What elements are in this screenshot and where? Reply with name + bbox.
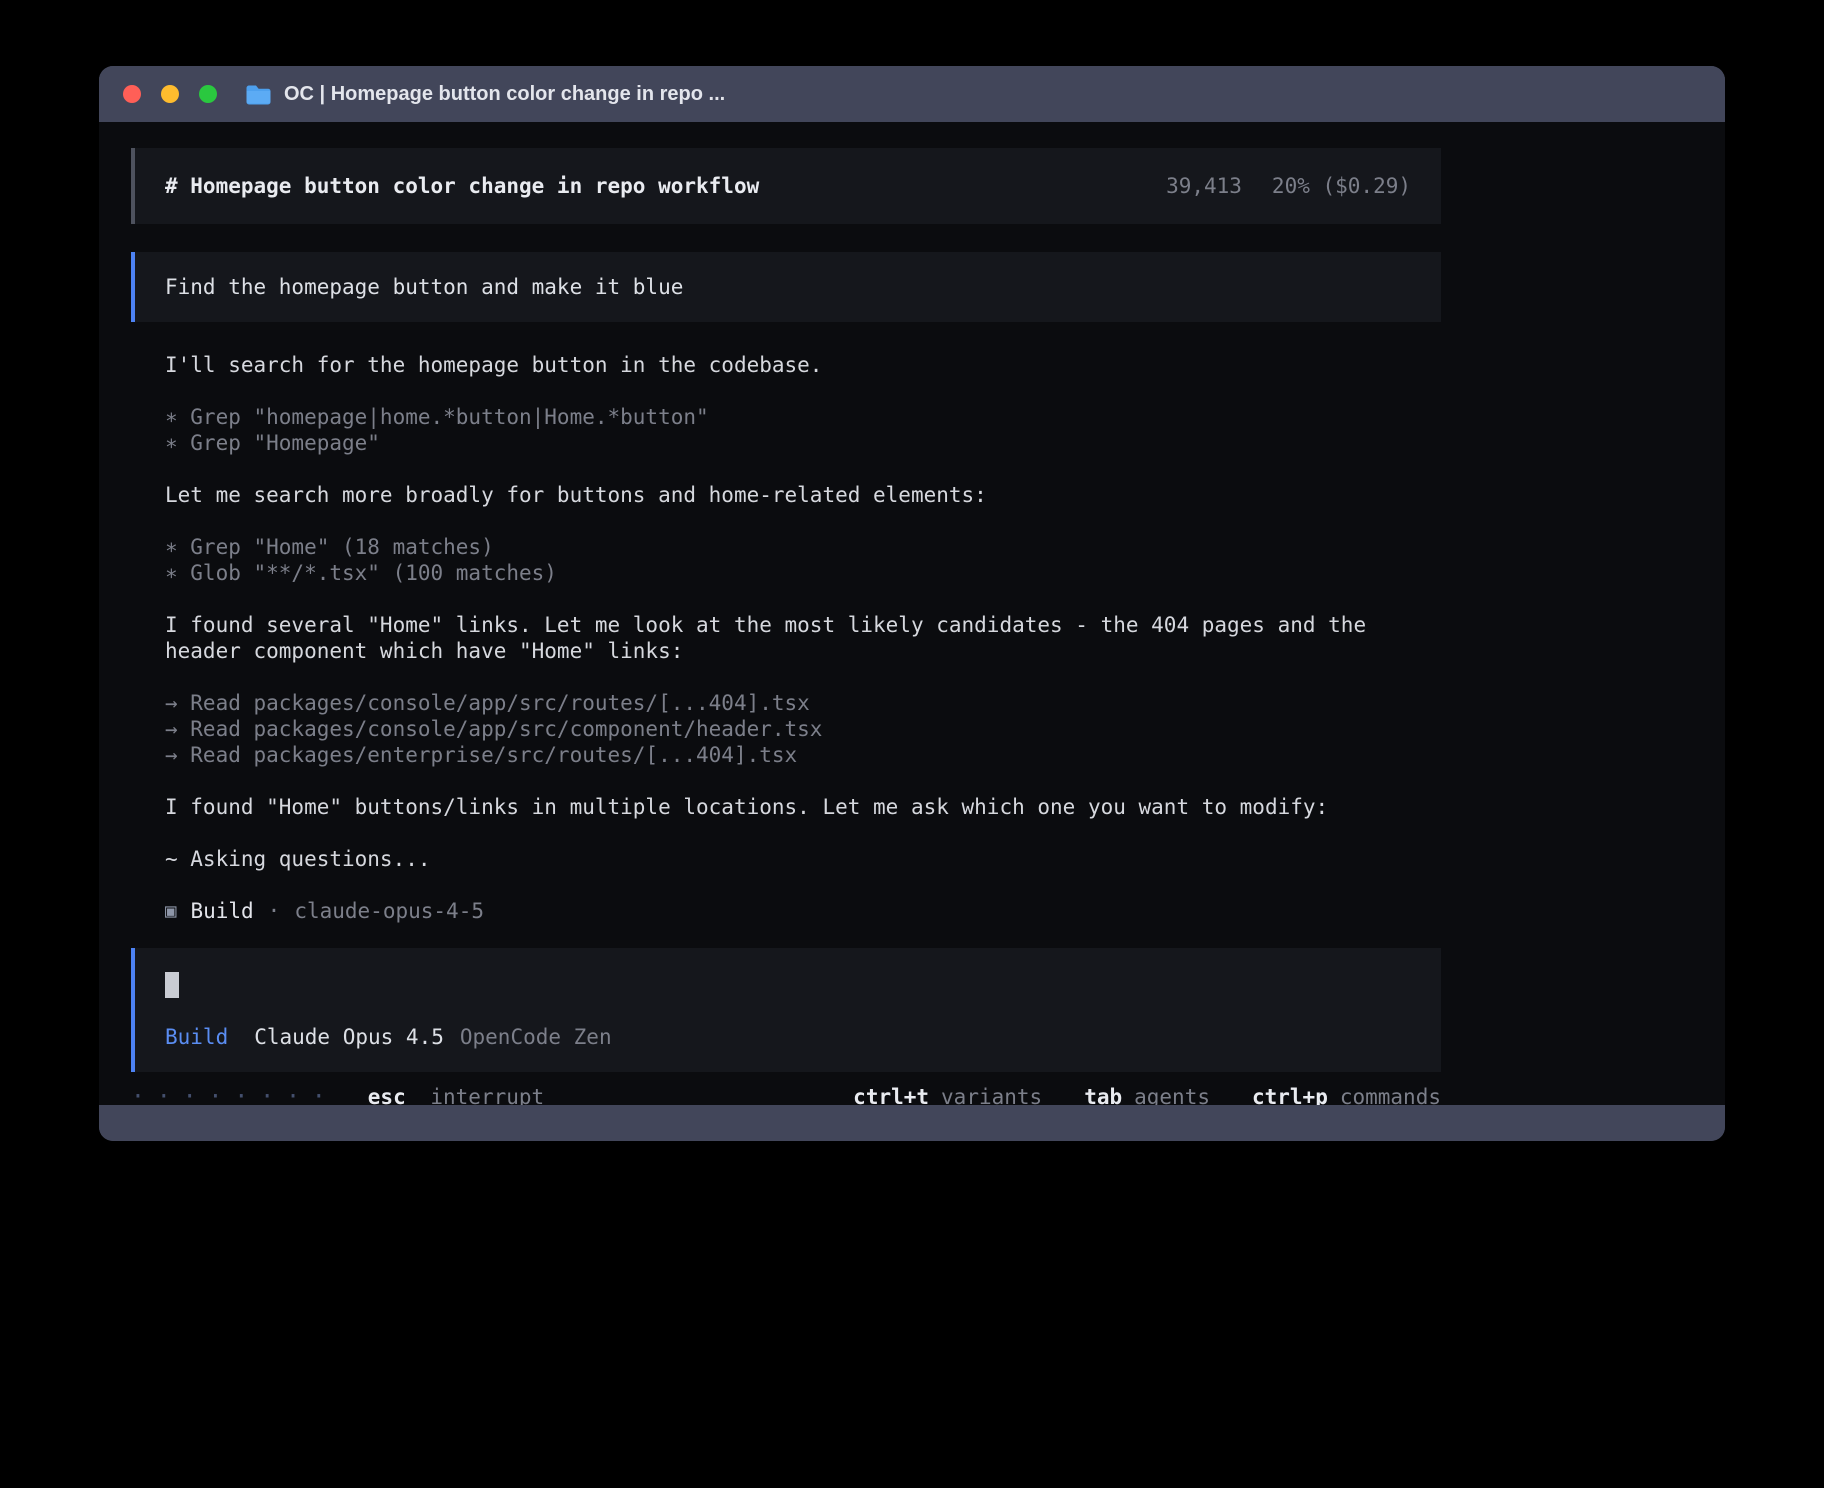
assistant-text: Let me search more broadly for buttons a… bbox=[165, 482, 1441, 508]
assistant-text: I found several "Home" links. Let me loo… bbox=[165, 612, 1441, 664]
context-cost: 20% ($0.29) bbox=[1272, 173, 1411, 199]
token-count: 39,413 bbox=[1166, 173, 1242, 199]
session-stats: 39,413 20% ($0.29) bbox=[1166, 173, 1411, 199]
minimize-button[interactable] bbox=[161, 85, 179, 103]
input-status-row: Build Claude Opus 4.5 OpenCode Zen bbox=[165, 1024, 1411, 1050]
shortcut-variants: ctrl+t variants bbox=[853, 1084, 1042, 1105]
close-button[interactable] bbox=[123, 85, 141, 103]
shortcut-agents: tab agents bbox=[1084, 1084, 1210, 1105]
shortcut-label: agents bbox=[1134, 1084, 1210, 1105]
zoom-button[interactable] bbox=[199, 85, 217, 103]
titlebar[interactable]: OC | Homepage button color change in rep… bbox=[99, 66, 1725, 122]
tool-call-grep: ∗ Grep "Homepage" bbox=[165, 430, 1441, 456]
agent-name: Build bbox=[190, 898, 253, 924]
provider-indicator: OpenCode Zen bbox=[460, 1024, 612, 1050]
tool-call-group: → Read packages/console/app/src/routes/[… bbox=[165, 690, 1441, 768]
esc-key: esc bbox=[368, 1085, 406, 1105]
user-message: Find the homepage button and make it blu… bbox=[131, 252, 1441, 322]
terminal-content: # Homepage button color change in repo w… bbox=[99, 122, 1725, 1105]
mode-indicator: Build bbox=[165, 1024, 228, 1050]
folder-icon bbox=[245, 83, 272, 106]
shortcut-label: variants bbox=[941, 1084, 1042, 1105]
desktop: OC | Homepage button color change in rep… bbox=[0, 0, 1824, 1488]
progress-dots: ········ bbox=[131, 1084, 338, 1105]
session-header: # Homepage button color change in repo w… bbox=[131, 148, 1441, 224]
window-title: OC | Homepage button color change in rep… bbox=[284, 83, 725, 106]
agent-separator: · bbox=[268, 898, 281, 924]
shortcut-key: ctrl+p bbox=[1252, 1084, 1328, 1105]
prompt-input[interactable]: Build Claude Opus 4.5 OpenCode Zen bbox=[131, 948, 1441, 1072]
tool-call-glob: ∗ Glob "**/*.tsx" (100 matches) bbox=[165, 560, 1441, 586]
shortcut-label: commands bbox=[1340, 1084, 1441, 1105]
agent-status-line: ▣ Build · claude-opus-4-5 bbox=[165, 898, 1441, 924]
tool-call-read: → Read packages/console/app/src/componen… bbox=[165, 716, 1441, 742]
tool-call-read: → Read packages/enterprise/src/routes/[.… bbox=[165, 742, 1441, 768]
text-cursor bbox=[165, 972, 179, 998]
assistant-status-text: ~ Asking questions... bbox=[165, 846, 1441, 872]
keyboard-shortcuts: ctrl+t variants tab agents ctrl+p comman… bbox=[853, 1084, 1441, 1105]
conversation: I'll search for the homepage button in t… bbox=[131, 352, 1441, 924]
shortcut-key: tab bbox=[1084, 1084, 1122, 1105]
user-message-text: Find the homepage button and make it blu… bbox=[165, 275, 683, 299]
traffic-lights bbox=[123, 85, 217, 103]
model-indicator: Claude Opus 4.5 bbox=[254, 1024, 444, 1050]
assistant-text: I'll search for the homepage button in t… bbox=[165, 352, 1441, 378]
tool-call-read: → Read packages/console/app/src/routes/[… bbox=[165, 690, 1441, 716]
tool-call-group: ∗ Grep "homepage|home.*button|Home.*butt… bbox=[165, 404, 1441, 456]
assistant-text: I found "Home" buttons/links in multiple… bbox=[165, 794, 1441, 820]
tool-call-grep: ∗ Grep "homepage|home.*button|Home.*butt… bbox=[165, 404, 1441, 430]
esc-key-label: interrupt bbox=[430, 1085, 544, 1105]
interrupt-hint: esc interrupt bbox=[368, 1084, 544, 1105]
tool-call-grep: ∗ Grep "Home" (18 matches) bbox=[165, 534, 1441, 560]
shortcut-commands: ctrl+p commands bbox=[1252, 1084, 1441, 1105]
agent-icon: ▣ bbox=[165, 898, 176, 924]
terminal-window: OC | Homepage button color change in rep… bbox=[99, 66, 1725, 1141]
session-title: # Homepage button color change in repo w… bbox=[165, 173, 759, 199]
agent-model-name: claude-opus-4-5 bbox=[294, 898, 484, 924]
window-bottom-edge bbox=[99, 1105, 1725, 1141]
tool-call-group: ∗ Grep "Home" (18 matches) ∗ Glob "**/*.… bbox=[165, 534, 1441, 586]
shortcut-key: ctrl+t bbox=[853, 1084, 929, 1105]
status-bar: ········ esc interrupt ctrl+t variants t… bbox=[131, 1084, 1441, 1105]
